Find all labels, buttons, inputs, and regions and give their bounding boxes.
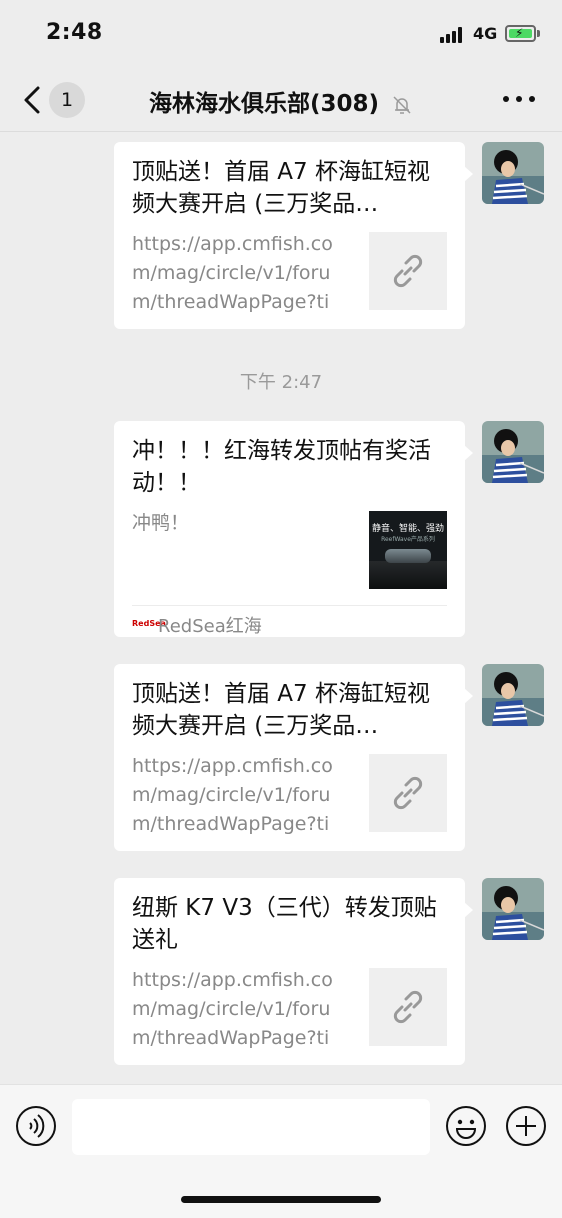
home-indicator[interactable] — [181, 1196, 381, 1203]
link-card[interactable]: 纽斯 K7 V3（三代）转发顶贴送礼 https://app.cmfish.co… — [114, 878, 473, 1065]
card-title: 顶贴送！首届 A7 杯海缸短视频大赛开启 (三万奖品… — [132, 159, 430, 217]
network-type: 4G — [473, 24, 498, 43]
voice-icon[interactable] — [15, 1105, 57, 1147]
source-row: RedSea RedSea红海 — [132, 605, 447, 641]
source-name: RedSea红海 — [158, 616, 262, 637]
link-card[interactable]: 顶贴送！首届 A7 杯海缸短视频大赛开启 (三万奖品… https://app.… — [114, 142, 473, 329]
link-card[interactable]: 冲！！！红海转发顶帖有奖活动！！ 冲鸭！ 静音、智能、强劲 ReefWave产品… — [114, 421, 473, 637]
thumbnail-subcaption: ReefWave产品系列 — [381, 536, 435, 543]
card-body: 冲鸭！ 静音、智能、强劲 ReefWave产品系列 — [132, 509, 447, 591]
avatar[interactable] — [482, 878, 544, 940]
battery-tip — [537, 30, 540, 37]
card-title: 冲！！！红海转发顶帖有奖活动！！ — [132, 438, 431, 496]
mute-bell-icon — [393, 95, 411, 114]
plus-icon[interactable] — [505, 1105, 547, 1147]
chat-title-text: 海林海水俱乐部(308) — [148, 91, 380, 117]
card-description: https://app.cmfish.com/mag/circle/v1/for… — [132, 233, 333, 313]
nav-bar: 1 海林海水俱乐部(308) — [0, 66, 562, 132]
time-separator: 下午 2:47 — [239, 372, 323, 393]
card-description: 冲鸭！ — [132, 512, 190, 534]
card-title: 纽斯 K7 V3（三代）转发顶贴送礼 — [132, 895, 437, 953]
link-card[interactable]: 顶贴送！首届 A7 杯海缸短视频大赛开启 (三万奖品… https://app.… — [114, 664, 473, 851]
avatar[interactable] — [482, 664, 544, 726]
avatar[interactable] — [482, 142, 544, 204]
card-description: https://app.cmfish.com/mag/circle/v1/for… — [132, 755, 333, 835]
emoji-icon[interactable] — [445, 1105, 487, 1147]
card-description: https://app.cmfish.com/mag/circle/v1/for… — [132, 969, 333, 1049]
card-body: https://app.cmfish.com/mag/circle/v1/for… — [132, 230, 447, 326]
message-input[interactable] — [72, 1099, 430, 1155]
status-time: 2:48 — [46, 20, 103, 45]
card-title: 顶贴送！首届 A7 杯海缸短视频大赛开启 (三万奖品… — [132, 681, 430, 739]
card-body: https://app.cmfish.com/mag/circle/v1/for… — [132, 752, 447, 848]
status-bar: 2:48 4G ⚡ — [0, 0, 562, 66]
link-icon — [369, 754, 447, 832]
battery-icon: ⚡ — [505, 25, 536, 42]
link-icon — [369, 968, 447, 1046]
chat-title: 海林海水俱乐部(308) — [0, 84, 562, 118]
thumbnail-caption: 静音、智能、强劲 — [372, 524, 445, 534]
signal-icon — [440, 27, 466, 43]
avatar[interactable] — [482, 421, 544, 483]
more-icon[interactable] — [503, 96, 535, 104]
link-icon — [369, 232, 447, 310]
article-thumbnail: 静音、智能、强劲 ReefWave产品系列 — [369, 511, 447, 589]
card-body: https://app.cmfish.com/mag/circle/v1/for… — [132, 966, 447, 1062]
